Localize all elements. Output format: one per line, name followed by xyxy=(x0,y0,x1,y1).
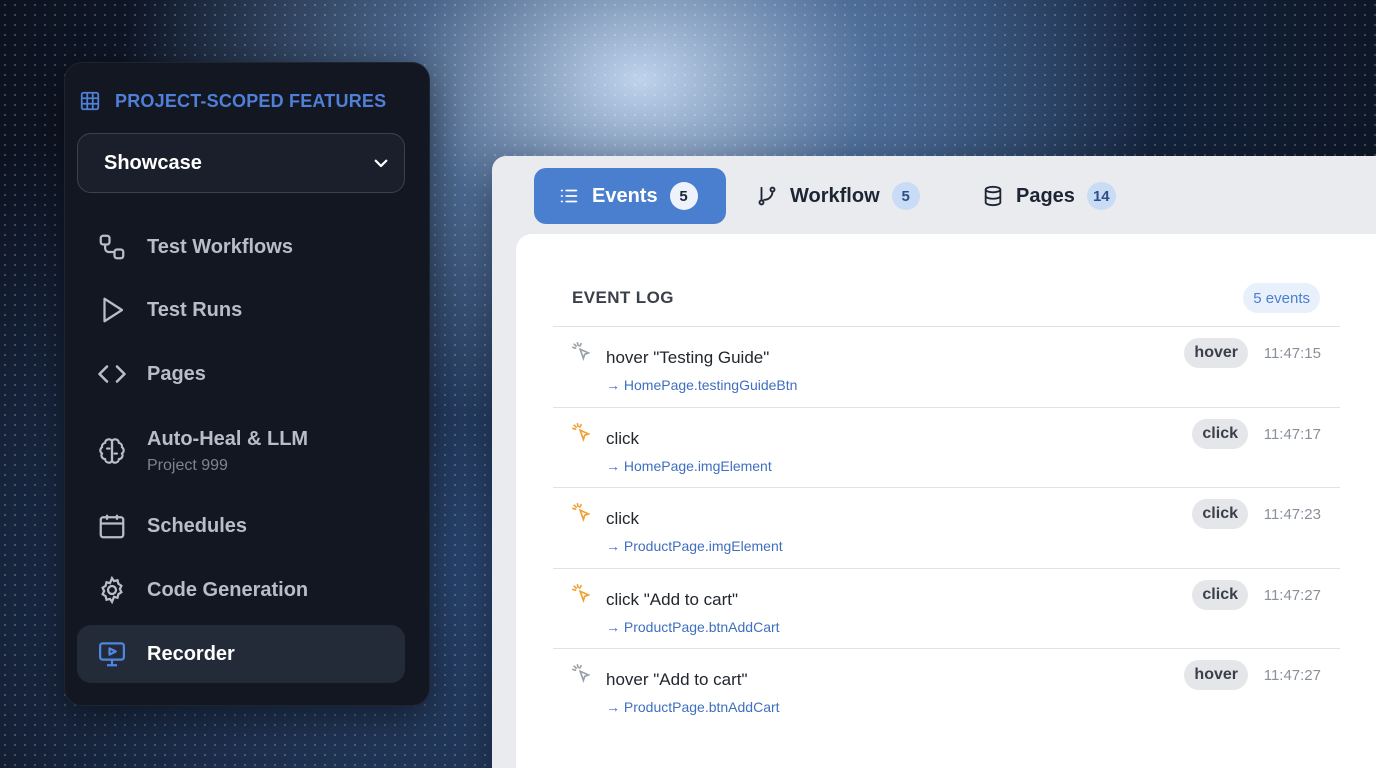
cursor-click-icon xyxy=(572,422,591,442)
sidebar-item-label: Code Generation xyxy=(147,578,309,601)
event-timestamp: 11:47:17 xyxy=(1263,425,1321,443)
sidebar-item-schedules[interactable]: Schedules xyxy=(77,497,405,555)
sidebar-item-test-runs[interactable]: Test Runs xyxy=(77,281,405,339)
cursor-click-icon xyxy=(572,342,591,361)
event-row[interactable]: hover "Add to cart" → ProductPage.btnAdd… xyxy=(553,649,1340,730)
workflow-icon xyxy=(99,234,125,260)
event-type-badge: hover xyxy=(1184,660,1248,690)
sidebar-item-text: Auto-Heal & LLM Project 999 xyxy=(147,428,308,475)
event-target: → ProductPage.imgElement xyxy=(606,538,783,554)
code-icon xyxy=(98,365,126,383)
event-row[interactable]: click → HomePage.imgElement click 11:47:… xyxy=(553,408,1340,488)
grid-icon xyxy=(80,91,100,111)
database-icon xyxy=(984,185,1002,207)
event-type-badge: click xyxy=(1192,418,1248,449)
tab-label: Workflow xyxy=(790,184,880,207)
event-row[interactable]: hover "Testing Guide" → HomePage.testing… xyxy=(553,327,1340,408)
event-log-card: EVENT LOG 5 events hover "Testing Guide"… xyxy=(516,234,1376,768)
brain-icon xyxy=(99,438,125,464)
event-timestamp: 11:47:15 xyxy=(1263,345,1321,362)
event-row[interactable]: click "Add to cart" → ProductPage.btnAdd… xyxy=(553,569,1340,649)
tab-events[interactable]: Events 5 xyxy=(534,168,726,224)
cursor-click-icon xyxy=(572,583,591,603)
sidebar-item-label: Test Workflows xyxy=(147,235,293,258)
tab-count-badge: 14 xyxy=(1086,182,1116,210)
section-header: PROJECT-SCOPED FEATURES xyxy=(79,89,386,113)
list-icon xyxy=(560,189,578,203)
event-description: hover "Add to cart" xyxy=(606,670,748,689)
tab-count-badge: 5 xyxy=(669,182,698,210)
event-timestamp: 11:47:27 xyxy=(1263,586,1321,604)
event-target: → ProductPage.btnAddCart xyxy=(606,618,780,635)
sidebar-item-label: Auto-Heal & LLM xyxy=(147,427,309,450)
recorder-panel: Events 5 Workflow 5 Pages 14 EVENT LOG 5… xyxy=(492,156,1376,768)
monitor-play-icon xyxy=(99,642,125,667)
event-timestamp: 11:47:27 xyxy=(1263,667,1321,684)
event-timestamp: 11:47:23 xyxy=(1263,506,1321,523)
sidebar-item-code-generation[interactable]: Code Generation xyxy=(77,561,405,619)
project-select[interactable]: Showcase xyxy=(77,133,405,193)
event-list: hover "Testing Guide" → HomePage.testing… xyxy=(553,326,1340,730)
calendar-icon xyxy=(99,514,125,539)
tab-label: Events xyxy=(592,184,658,207)
cursor-click-icon xyxy=(572,503,591,522)
event-log-title: EVENT LOG xyxy=(572,288,674,307)
event-description: click xyxy=(606,509,640,528)
tab-pages[interactable]: Pages 14 xyxy=(958,168,1140,224)
event-type-badge: click xyxy=(1192,579,1248,610)
sidebar-item-label: Pages xyxy=(147,362,206,385)
tab-label: Pages xyxy=(1016,184,1075,207)
sidebar-item-label: Schedules xyxy=(147,514,248,537)
sidebar-item-test-workflows[interactable]: Test Workflows xyxy=(77,218,405,276)
tab-count-badge: 5 xyxy=(891,182,920,210)
sidebar-item-pages[interactable]: Pages xyxy=(77,345,405,403)
event-row[interactable]: click → ProductPage.imgElement click 11:… xyxy=(553,488,1340,569)
event-target: → HomePage.imgElement xyxy=(606,457,772,474)
gear-icon xyxy=(101,575,123,605)
sidebar-item-auto-heal[interactable]: Auto-Heal & LLM Project 999 xyxy=(77,419,405,483)
event-count-badge: 5 events xyxy=(1243,283,1320,313)
event-description: click xyxy=(606,428,640,448)
cursor-click-icon xyxy=(572,664,591,683)
event-description: hover "Testing Guide" xyxy=(606,348,770,367)
event-type-badge: click xyxy=(1192,499,1248,529)
event-type-badge: hover xyxy=(1184,338,1248,368)
sidebar-item-recorder[interactable]: Recorder xyxy=(77,625,405,683)
section-title: PROJECT-SCOPED FEATURES xyxy=(115,90,387,111)
play-icon xyxy=(103,297,124,323)
project-select-value: Showcase xyxy=(104,151,202,174)
sidebar-item-label: Test Runs xyxy=(147,298,243,321)
tab-workflow[interactable]: Workflow 5 xyxy=(732,168,944,224)
chevron-down-icon xyxy=(374,159,388,168)
event-description: click "Add to cart" xyxy=(606,589,739,609)
event-target: → HomePage.testingGuideBtn xyxy=(606,377,798,393)
event-target: → ProductPage.btnAddCart xyxy=(606,699,780,715)
sidebar-item-sublabel: Project 999 xyxy=(147,456,228,474)
branch-icon xyxy=(758,186,776,206)
sidebar-item-label: Recorder xyxy=(147,642,235,665)
project-sidebar: PROJECT-SCOPED FEATURES Showcase Test Wo… xyxy=(64,62,430,706)
